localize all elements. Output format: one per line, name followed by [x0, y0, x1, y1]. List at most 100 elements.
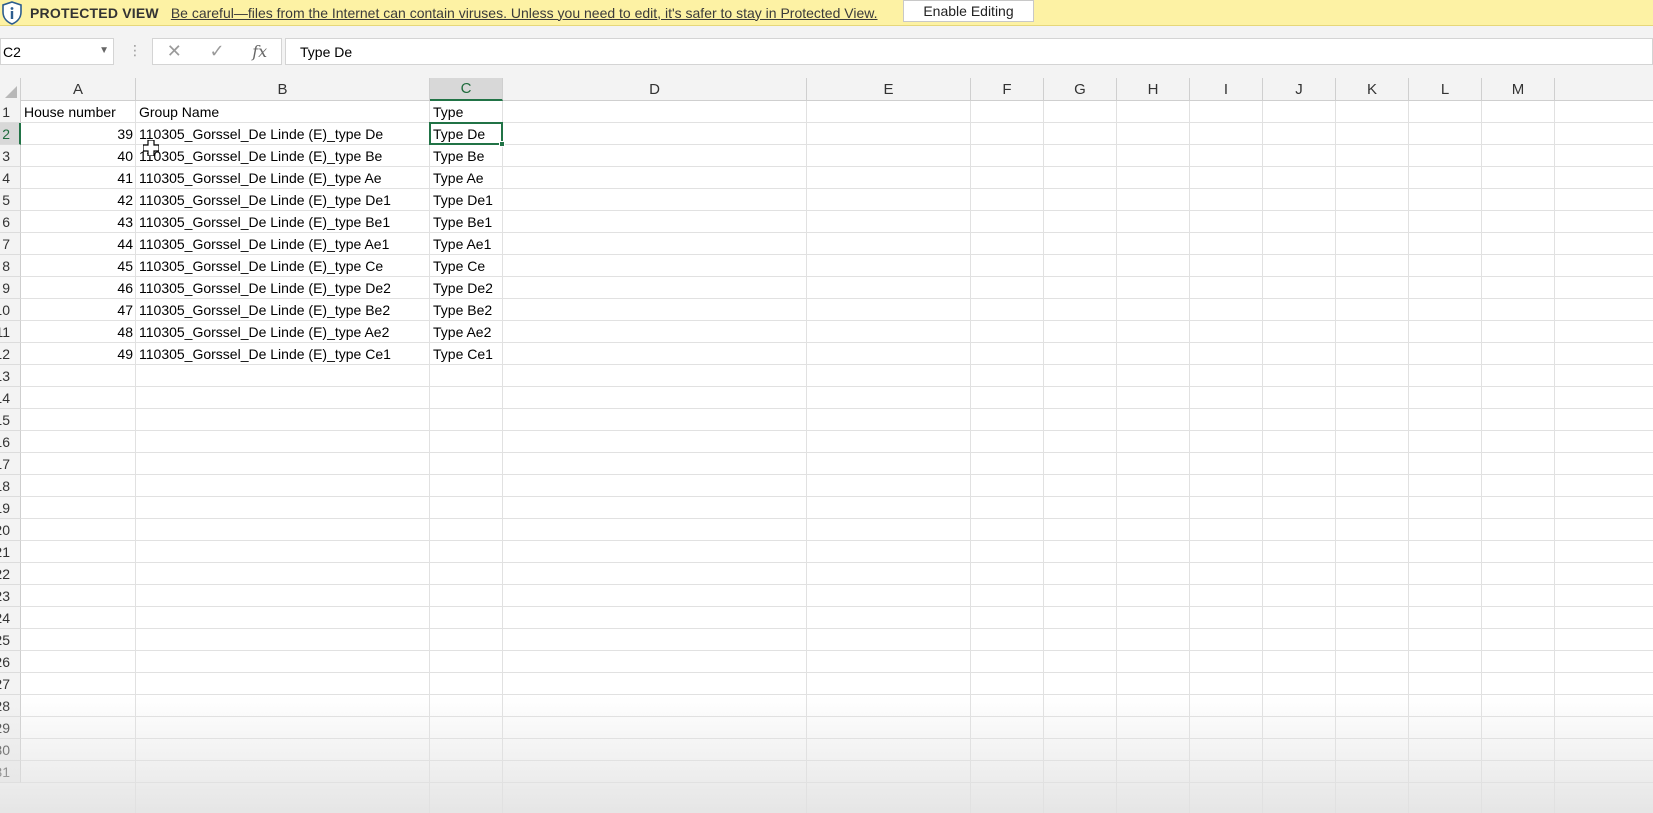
- cell-c9[interactable]: Type De2: [430, 277, 503, 299]
- enable-editing-button[interactable]: Enable Editing: [903, 0, 1034, 22]
- row-header-6[interactable]: 6: [0, 211, 21, 233]
- cell-a7[interactable]: 44: [21, 233, 136, 255]
- cell-a3[interactable]: 40: [21, 145, 136, 167]
- column-header-j[interactable]: J: [1263, 78, 1336, 101]
- cell-b11[interactable]: 110305_Gorssel_De Linde (E)_type Ae2: [136, 321, 430, 343]
- cell-b7[interactable]: 110305_Gorssel_De Linde (E)_type Ae1: [136, 233, 430, 255]
- column-header-m[interactable]: M: [1482, 78, 1555, 101]
- cell-b1[interactable]: Group Name: [136, 101, 430, 123]
- row-header-8[interactable]: 8: [0, 255, 21, 277]
- cell-a1[interactable]: House number: [21, 101, 136, 123]
- protected-view-message-link[interactable]: Be careful—files from the Internet can c…: [171, 5, 878, 21]
- column-header-e[interactable]: E: [807, 78, 971, 101]
- row-header-17[interactable]: 17: [0, 453, 21, 475]
- cell-b5[interactable]: 110305_Gorssel_De Linde (E)_type De1: [136, 189, 430, 211]
- row-header-2[interactable]: 2: [0, 123, 21, 145]
- column-header-d[interactable]: D: [503, 78, 807, 101]
- cell-a8[interactable]: 45: [21, 255, 136, 277]
- row-header-11[interactable]: 11: [0, 321, 21, 343]
- gridline-vertical: [1116, 101, 1117, 813]
- select-all-corner[interactable]: [0, 78, 21, 101]
- column-header-f[interactable]: F: [971, 78, 1044, 101]
- row-header-13[interactable]: 13: [0, 365, 21, 387]
- row-header-25[interactable]: 25: [0, 629, 21, 651]
- cell-a6[interactable]: 43: [21, 211, 136, 233]
- column-header-a[interactable]: A: [21, 78, 136, 101]
- row-header-label: 22: [0, 565, 10, 582]
- row-header-1[interactable]: 1: [0, 101, 21, 123]
- column-header-g[interactable]: G: [1044, 78, 1117, 101]
- cell-b3[interactable]: 110305_Gorssel_De Linde (E)_type Be: [136, 145, 430, 167]
- cell-c5[interactable]: Type De1: [430, 189, 503, 211]
- enter-icon[interactable]: ✓: [196, 41, 239, 62]
- cell-c4[interactable]: Type Ae: [430, 167, 503, 189]
- cell-b12[interactable]: 110305_Gorssel_De Linde (E)_type Ce1: [136, 343, 430, 365]
- row-header-label: 18: [0, 477, 10, 494]
- row-header-10[interactable]: 10: [0, 299, 21, 321]
- row-header-9[interactable]: 9: [0, 277, 21, 299]
- column-header-b[interactable]: B: [136, 78, 430, 101]
- cell-b10[interactable]: 110305_Gorssel_De Linde (E)_type Be2: [136, 299, 430, 321]
- cell-a11[interactable]: 48: [21, 321, 136, 343]
- row-header-29[interactable]: 29: [0, 717, 21, 739]
- cell-b2[interactable]: 110305_Gorssel_De Linde (E)_type De: [136, 123, 430, 145]
- cell-b6[interactable]: 110305_Gorssel_De Linde (E)_type Be1: [136, 211, 430, 233]
- row-header-22[interactable]: 22: [0, 563, 21, 585]
- cell-c8[interactable]: Type Ce: [430, 255, 503, 277]
- cell-a10[interactable]: 47: [21, 299, 136, 321]
- cell-c6[interactable]: Type Be1: [430, 211, 503, 233]
- name-box[interactable]: C2 ▼: [0, 38, 114, 65]
- cell-c10[interactable]: Type Be2: [430, 299, 503, 321]
- row-header-19[interactable]: 19: [0, 497, 21, 519]
- row-header-23[interactable]: 23: [0, 585, 21, 607]
- cell-a2[interactable]: 39: [21, 123, 136, 145]
- row-header-12[interactable]: 12: [0, 343, 21, 365]
- row-header-30[interactable]: 30: [0, 739, 21, 761]
- column-header-l[interactable]: L: [1409, 78, 1482, 101]
- row-header-24[interactable]: 24: [0, 607, 21, 629]
- row-header-3[interactable]: 3: [0, 145, 21, 167]
- cell-c12[interactable]: Type Ce1: [430, 343, 503, 365]
- row-header-5[interactable]: 5: [0, 189, 21, 211]
- cell-c7[interactable]: Type Ae1: [430, 233, 503, 255]
- row-header-label: 14: [0, 389, 10, 406]
- row-header-label: 19: [0, 499, 10, 516]
- cell-c1[interactable]: Type: [430, 101, 503, 123]
- cell-c11[interactable]: Type Ae2: [430, 321, 503, 343]
- cell-area[interactable]: House number Group Name Type 39 110305_Gorss…: [21, 101, 1653, 813]
- row-header-4[interactable]: 4: [0, 167, 21, 189]
- formula-bar-grip-icon[interactable]: ⋮: [128, 42, 142, 59]
- cell-a5[interactable]: 42: [21, 189, 136, 211]
- column-header-c[interactable]: C: [430, 78, 503, 101]
- row-header-31[interactable]: 31: [0, 761, 21, 783]
- row-header-7[interactable]: 7: [0, 233, 21, 255]
- column-header-h[interactable]: H: [1117, 78, 1190, 101]
- row-header-label: 31: [0, 763, 10, 780]
- row-header-label: 15: [0, 411, 10, 428]
- row-header-label: 25: [0, 631, 10, 648]
- cell-b9[interactable]: 110305_Gorssel_De Linde (E)_type De2: [136, 277, 430, 299]
- row-header-18[interactable]: 18: [0, 475, 21, 497]
- row-header-15[interactable]: 15: [0, 409, 21, 431]
- row-header-label: 11: [0, 323, 10, 340]
- row-header-21[interactable]: 21: [0, 541, 21, 563]
- column-header-i[interactable]: I: [1190, 78, 1263, 101]
- cancel-icon[interactable]: ✕: [153, 41, 196, 62]
- row-header-16[interactable]: 16: [0, 431, 21, 453]
- cell-c3[interactable]: Type Be: [430, 145, 503, 167]
- formula-input[interactable]: Type De: [285, 38, 1653, 65]
- row-header-26[interactable]: 26: [0, 651, 21, 673]
- cell-a9[interactable]: 46: [21, 277, 136, 299]
- column-header-k[interactable]: K: [1336, 78, 1409, 101]
- row-header-14[interactable]: 14: [0, 387, 21, 409]
- row-header-27[interactable]: 27: [0, 673, 21, 695]
- chevron-down-icon[interactable]: ▼: [99, 45, 109, 56]
- cell-c2[interactable]: Type De: [430, 123, 503, 145]
- row-header-20[interactable]: 20: [0, 519, 21, 541]
- cell-a4[interactable]: 41: [21, 167, 136, 189]
- row-header-28[interactable]: 28: [0, 695, 21, 717]
- function-icon[interactable]: fx: [238, 42, 281, 61]
- cell-a12[interactable]: 49: [21, 343, 136, 365]
- cell-b4[interactable]: 110305_Gorssel_De Linde (E)_type Ae: [136, 167, 430, 189]
- cell-b8[interactable]: 110305_Gorssel_De Linde (E)_type Ce: [136, 255, 430, 277]
